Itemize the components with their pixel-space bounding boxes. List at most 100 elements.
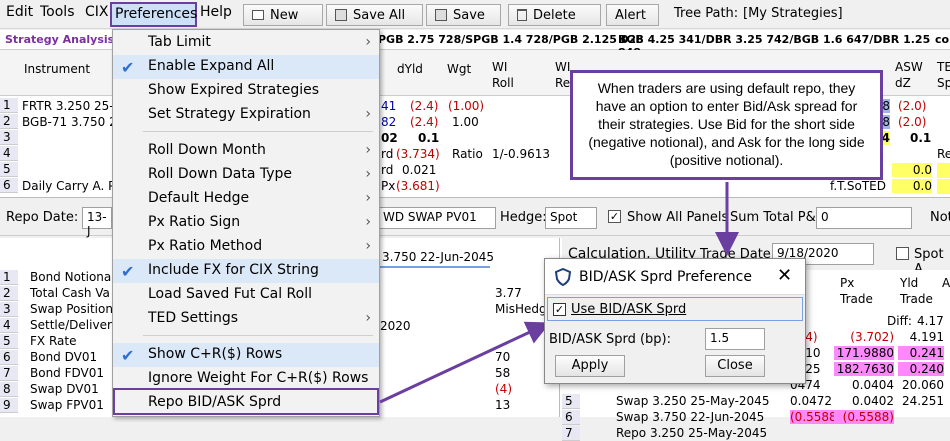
- repo-date-input[interactable]: 13-J: [82, 207, 112, 238]
- row-number: 9: [0, 398, 18, 413]
- px-trade-val: 182.7630: [834, 362, 894, 376]
- sprd-field-label: BID/ASK Sprd (bp):: [549, 332, 671, 347]
- col-re: Re: [555, 76, 571, 90]
- menu-preferences[interactable]: Preferences: [110, 2, 197, 27]
- menu-item[interactable]: Show Expired Strategies: [113, 79, 379, 103]
- annotation-callout: When traders are using default repo, the…: [570, 70, 883, 180]
- left-val: 02: [381, 131, 398, 145]
- row6-instrument: Daily Carry A. P: [22, 179, 116, 193]
- aswdz-val: 0.0: [892, 179, 932, 193]
- px-trade-val: (0.5588): [834, 410, 894, 424]
- menu-item[interactable]: ✔ Show C+R($) Rows: [113, 343, 379, 367]
- show-all-panels-label: Show All Panels: [627, 210, 729, 225]
- new-icon: [252, 10, 264, 20]
- menu-item[interactable]: Load Saved Fut Cal Roll: [113, 283, 379, 307]
- menu-item-label: Show Expired Strategies: [148, 82, 320, 98]
- menu-edit[interactable]: Edit: [6, 4, 33, 20]
- dyld-val: (3.681): [396, 179, 440, 193]
- show-all-panels-checkbox[interactable]: ✓: [608, 210, 621, 223]
- alert-button[interactable]: Alert: [606, 4, 659, 26]
- preferences-menu: Tab Limit › ✔ Enable Expand All Show Expired…: [112, 29, 380, 417]
- col-yld-trade: Trade: [900, 292, 933, 306]
- row-number: 6: [562, 410, 580, 425]
- strategy-analysis-tab[interactable]: Strategy Analysis: [5, 33, 114, 46]
- menu-item[interactable]: Roll Down Data Type ›: [113, 163, 379, 187]
- col-wgt: Wgt: [447, 62, 472, 76]
- row-number: 6: [0, 350, 18, 365]
- col-sp: Sp: [937, 76, 950, 90]
- menu-item[interactable]: Default Hedge ›: [113, 187, 379, 211]
- row-label: FX Rate: [30, 334, 77, 348]
- bond-tab[interactable]: 3.750 22-Jun-2045: [382, 250, 494, 264]
- chevron-right-icon: ›: [365, 106, 371, 122]
- left-val: rd: [381, 147, 394, 161]
- row-number: 2: [0, 114, 18, 129]
- menu-item[interactable]: TED Settings ›: [113, 307, 379, 331]
- menu-item-label: Show C+R($) Rows: [148, 346, 283, 362]
- px-trade-val: 0.0404: [852, 378, 894, 392]
- row-number: 3: [0, 302, 18, 317]
- col-roll: Roll: [492, 76, 514, 90]
- strip-text-1: PGB 2.75 728/SPGB 1.4 728/PGB 2.125 028: [378, 33, 644, 46]
- save-button[interactable]: Save: [426, 4, 501, 26]
- calc-row-label: Swap 3.750 22-Jun-2045: [616, 410, 765, 424]
- menu-cix[interactable]: CIX: [85, 4, 109, 20]
- apply-button[interactable]: Apply: [555, 355, 625, 377]
- sum-total-input[interactable]: 0: [816, 207, 912, 229]
- dyld-val: 0.1: [418, 131, 440, 145]
- use-sprd-checkbox[interactable]: ✓: [553, 303, 566, 316]
- close-icon[interactable]: ✕: [777, 265, 792, 286]
- row-number: 1: [0, 98, 18, 113]
- menu-tools[interactable]: Tools: [40, 4, 75, 20]
- col-instrument: Instrument: [24, 62, 91, 76]
- menu-item[interactable]: Set Strategy Expiration ›: [113, 103, 379, 127]
- row-number: 5: [0, 162, 18, 177]
- menu-item-label: Ignore Weight For C+R($) Rows: [148, 370, 369, 386]
- new-button[interactable]: New: [243, 4, 323, 26]
- repo-highlight-box: [113, 388, 379, 415]
- wi-roll-val: 1/-0.9613: [492, 147, 550, 161]
- dyld-val: (3.734): [396, 147, 440, 161]
- chevron-right-icon: ›: [365, 34, 371, 50]
- left-val: Px: [381, 179, 396, 193]
- menu-help[interactable]: Help: [200, 4, 232, 20]
- row1-instrument: FRTR 3.250 25-: [22, 99, 114, 113]
- col-wi: WI: [492, 60, 508, 74]
- delete-button[interactable]: Delete: [508, 4, 601, 26]
- menu-item[interactable]: Roll Down Month ›: [113, 139, 379, 163]
- menu-item[interactable]: Tab Limit ›: [113, 31, 379, 55]
- menu-item-label: Include FX for CIX String: [148, 262, 319, 278]
- row2-instrument: BGB-71 3.750 22: [22, 115, 125, 129]
- sprd-input[interactable]: 1.5: [705, 328, 765, 350]
- menu-item-label: Roll Down Data Type: [148, 166, 293, 182]
- left-val: 41: [381, 99, 397, 113]
- chevron-right-icon: ›: [365, 238, 371, 254]
- swap-select[interactable]: WD SWAP PV01: [378, 207, 496, 229]
- sum-total-label: Sum Total P&L: [730, 210, 823, 225]
- col-te: TE: [937, 60, 950, 74]
- chevron-right-icon: ›: [365, 166, 371, 182]
- menu-item[interactable]: Px Ratio Sign ›: [113, 211, 379, 235]
- row-label: Swap Position: [30, 302, 113, 316]
- spot-checkbox[interactable]: [896, 247, 909, 260]
- row-number: 3: [0, 130, 18, 145]
- row-value: 13: [495, 398, 511, 412]
- row-number: 2: [0, 286, 18, 301]
- col-dyld: dYld: [397, 62, 423, 76]
- menu-item[interactable]: Px Ratio Method ›: [113, 235, 379, 259]
- bid-ask-dialog: BID/ASK Sprd Preference ✕ ✓ Use BID/ASK …: [544, 258, 806, 384]
- px-trade-val: 0.0402: [852, 394, 894, 408]
- te-cell: [937, 179, 950, 194]
- chevron-right-icon: ›: [365, 142, 371, 158]
- hedge-select[interactable]: Spot: [545, 207, 597, 229]
- dialog-title: BID/ASK Sprd Preference: [579, 269, 752, 285]
- menu-item[interactable]: ✔ Enable Expand All: [113, 55, 379, 79]
- close-button[interactable]: Close: [705, 355, 765, 377]
- dyld-val: 0.021: [402, 163, 437, 177]
- menu-item[interactable]: ✔ Include FX for CIX String: [113, 259, 379, 283]
- menu-bar: Edit Tools CIX Preferences Help New Save…: [0, 0, 950, 29]
- menu-item-label: Px Ratio Sign: [148, 214, 241, 230]
- row-number: 1: [0, 270, 18, 285]
- diff-value: 4.17: [917, 314, 944, 328]
- save-all-button[interactable]: Save All: [326, 4, 423, 26]
